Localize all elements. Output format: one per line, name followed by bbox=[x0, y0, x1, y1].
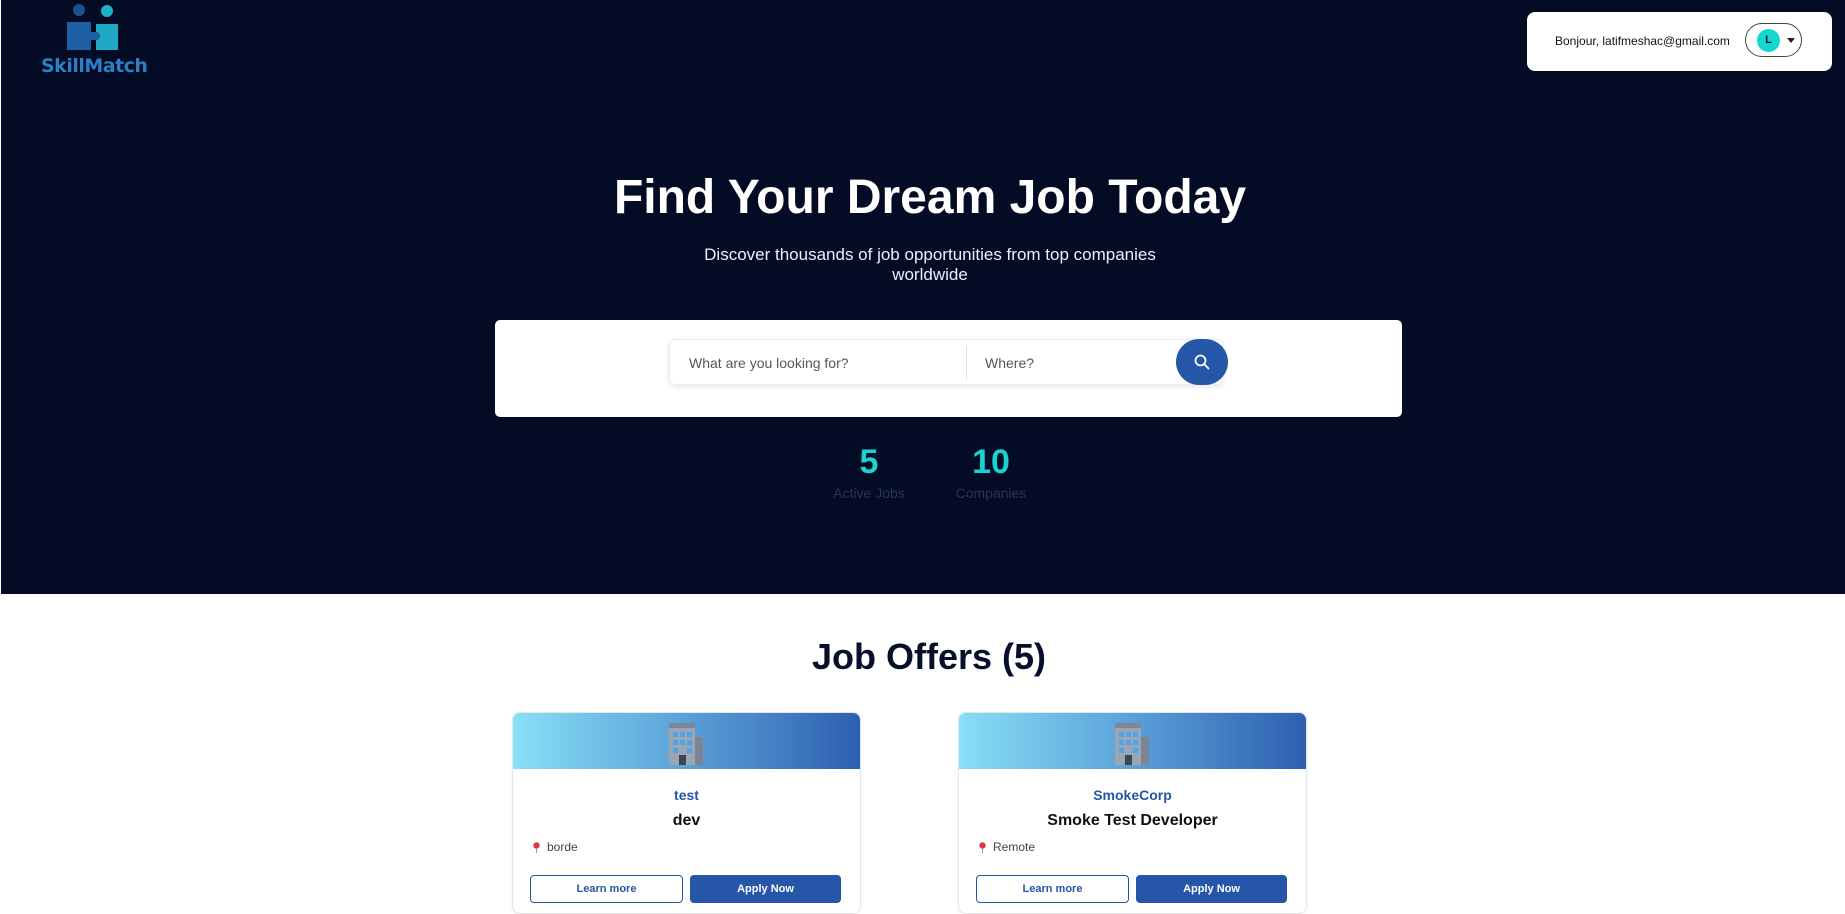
apply-now-button[interactable]: Apply Now bbox=[1136, 875, 1287, 903]
job-card[interactable]: test dev borde Learn more Apply Now bbox=[512, 712, 861, 914]
office-building-icon bbox=[669, 723, 703, 765]
location-search-input[interactable] bbox=[983, 340, 1167, 386]
user-menu-button[interactable]: L bbox=[1745, 23, 1802, 57]
hero-title: Find Your Dream Job Today bbox=[613, 171, 1247, 224]
location-pin-icon bbox=[979, 842, 986, 854]
job-card[interactable]: SmokeCorp Smoke Test Developer Remote Le… bbox=[958, 712, 1307, 914]
job-title[interactable]: Smoke Test Developer bbox=[959, 812, 1306, 830]
stat-value: 10 bbox=[972, 443, 1010, 481]
brand-logo[interactable]: SkillMatch bbox=[39, 2, 151, 78]
job-location: borde bbox=[532, 840, 578, 854]
avatar: L bbox=[1757, 29, 1780, 52]
stat-value: 5 bbox=[859, 443, 879, 481]
job-offers-heading: Job Offers (5) bbox=[811, 636, 1047, 677]
apply-now-button[interactable]: Apply Now bbox=[690, 875, 841, 903]
company-name[interactable]: SmokeCorp bbox=[959, 787, 1306, 803]
office-building-icon bbox=[1115, 723, 1149, 765]
location-text: borde bbox=[547, 840, 578, 854]
stat-label: Companies bbox=[955, 485, 1027, 501]
brand-name: SkillMatch bbox=[41, 55, 148, 77]
user-menu-panel: Bonjour, latifmeshac@gmail.com L bbox=[1527, 12, 1832, 71]
learn-more-button[interactable]: Learn more bbox=[530, 875, 683, 903]
job-location: Remote bbox=[978, 840, 1035, 854]
learn-more-button[interactable]: Learn more bbox=[976, 875, 1129, 903]
stat-companies: 10 Companies bbox=[951, 442, 1031, 501]
hero-section: SkillMatch Bonjour, latifmeshac@gmail.co… bbox=[1, 0, 1845, 594]
puzzle-people-logo-icon bbox=[67, 4, 118, 50]
location-pin-icon bbox=[533, 842, 540, 854]
card-banner bbox=[513, 713, 860, 769]
search-divider bbox=[966, 346, 967, 380]
search-panel bbox=[495, 320, 1402, 417]
job-title[interactable]: dev bbox=[513, 812, 860, 830]
company-name[interactable]: test bbox=[513, 787, 860, 803]
stat-active-jobs: 5 Active Jobs bbox=[829, 442, 909, 501]
chevron-down-icon bbox=[1787, 38, 1795, 43]
search-button[interactable] bbox=[1176, 339, 1228, 385]
search-bar bbox=[669, 339, 1228, 386]
user-greeting: Bonjour, latifmeshac@gmail.com bbox=[1555, 34, 1730, 48]
location-text: Remote bbox=[993, 840, 1036, 854]
keyword-search-input[interactable] bbox=[687, 340, 961, 386]
hero-subtitle: Discover thousands of job opportunities … bbox=[704, 245, 1156, 284]
card-banner bbox=[959, 713, 1306, 769]
stat-label: Active Jobs bbox=[833, 485, 905, 501]
search-icon bbox=[1194, 354, 1210, 370]
